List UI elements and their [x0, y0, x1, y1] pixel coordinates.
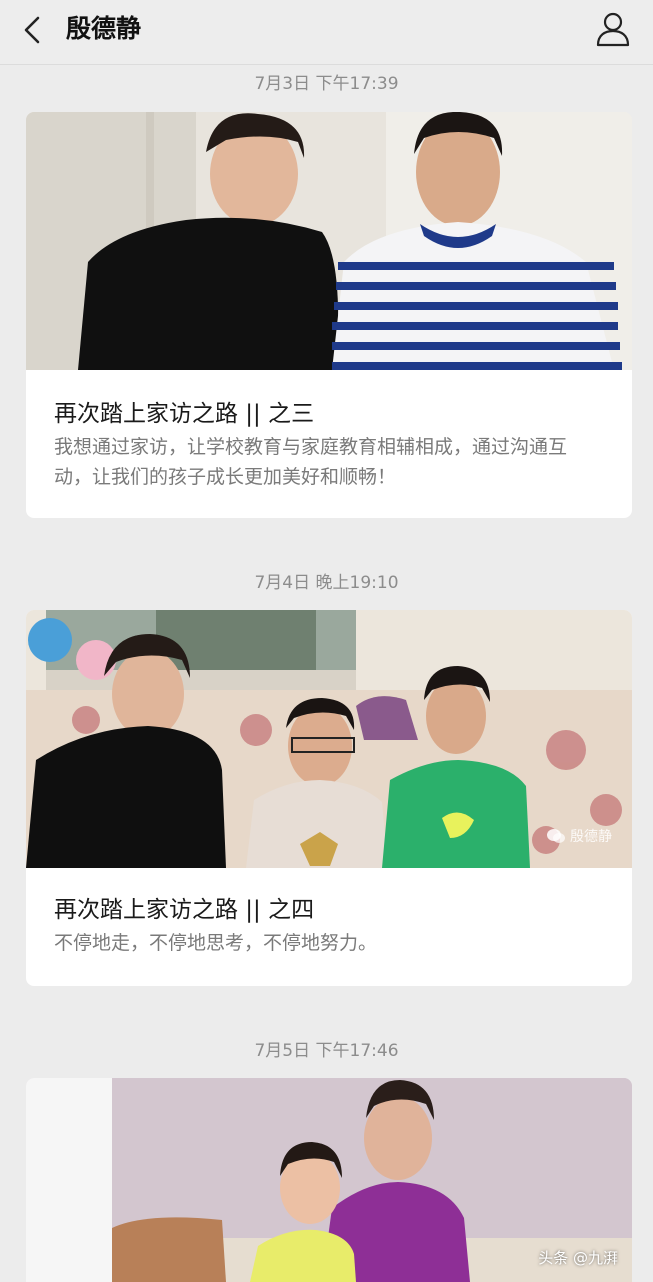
- article-description: 我想通过家访，让学校教育与家庭教育相辅相成，通过沟通互动，让我们的孩子成长更加美…: [54, 436, 568, 488]
- wechat-icon: [547, 829, 565, 843]
- article-card[interactable]: 再次踏上家访之路 || 之三 我想通过家访，让学校教育与家庭教育相辅相成，通过沟…: [26, 112, 632, 518]
- chevron-left-icon[interactable]: [18, 14, 50, 46]
- page-title: 殷德静: [66, 14, 142, 43]
- timestamp: 7月5日 下午17:46: [254, 1041, 399, 1061]
- article-title[interactable]: 再次踏上家访之路 || 之三: [54, 394, 314, 428]
- photo-watermark: 殷德静: [546, 826, 612, 846]
- timestamp: 7月4日 晚上19:10: [254, 573, 399, 593]
- user-icon[interactable]: [595, 10, 631, 48]
- article-cover-photo: 头条 @九湃: [26, 1078, 632, 1282]
- article-card[interactable]: 殷德静 再次踏上家访之路 || 之四 不停地走，不停地思考，不停地努力。: [26, 610, 632, 986]
- article-card[interactable]: 头条 @九湃: [26, 1078, 632, 1282]
- article-title[interactable]: 再次踏上家访之路 || 之四: [54, 890, 314, 924]
- page: 殷德静 7月3日 下午17:39 再次踏上家访之路 || 之三 我想通过家访，让…: [0, 0, 653, 1282]
- article-cover-photo: [26, 112, 632, 370]
- source-credit: 头条 @九湃: [538, 1249, 618, 1267]
- article-description: 不停地走，不停地思考，不停地努力。: [54, 932, 378, 954]
- article-cover-photo: 殷德静: [26, 610, 632, 868]
- timestamp: 7月3日 下午17:39: [254, 74, 399, 94]
- top-bar: 殷德静: [0, 0, 653, 65]
- watermark-text: 殷德静: [570, 829, 612, 845]
